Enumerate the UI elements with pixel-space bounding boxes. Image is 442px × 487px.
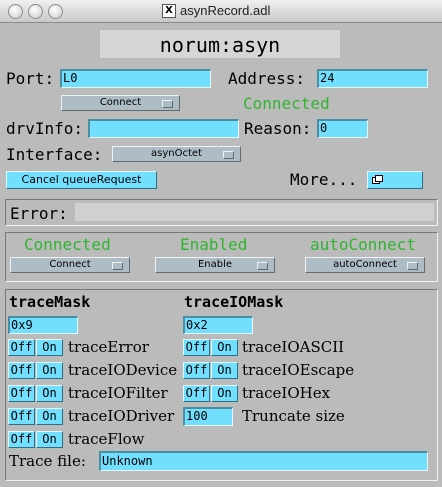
trace-error-off-button[interactable]: Off (8, 339, 35, 356)
trace-error-on-button[interactable]: On (36, 339, 63, 356)
connect-state-menu-value: Connect (49, 259, 91, 270)
trace-io-mask-field[interactable]: 0x2 (183, 316, 253, 334)
enable-menu[interactable]: Enable (155, 257, 275, 273)
trace-io-device-on-button[interactable]: On (36, 362, 63, 379)
trace-io-hex-toggle[interactable]: Off On (183, 385, 239, 402)
more-label: More... (290, 170, 358, 189)
cancel-queue-request-button[interactable]: Cancel queueRequest (6, 171, 157, 189)
trace-io-hex-label: traceIOHex (242, 384, 331, 402)
trace-io-filter-label: traceIOFilter (68, 384, 168, 402)
trace-mask-field[interactable]: 0x9 (8, 316, 78, 334)
menu-indicator-icon (257, 262, 268, 270)
trace-io-filter-toggle[interactable]: Off On (8, 385, 64, 402)
trace-io-escape-on-button[interactable]: On (211, 362, 238, 379)
menu-indicator-icon (223, 151, 234, 159)
address-label: Address: (228, 69, 306, 88)
trace-io-hex-on-button[interactable]: On (211, 385, 238, 402)
trace-io-ascii-off-button[interactable]: Off (183, 339, 210, 356)
drvinfo-label: drvInfo: (6, 119, 84, 138)
x11-icon: X (162, 4, 176, 18)
window-titlebar[interactable]: X asynRecord.adl (0, 0, 442, 23)
trace-io-ascii-toggle[interactable]: Off On (183, 339, 239, 356)
autoconnect-menu-value: autoConnect (333, 259, 397, 270)
interface-label: Interface: (6, 145, 103, 164)
connection-status: Connected (243, 94, 330, 113)
more-button[interactable] (367, 171, 423, 189)
autoconnect-menu[interactable]: autoConnect (305, 257, 425, 273)
trace-error-toggle[interactable]: Off On (8, 339, 64, 356)
window-icon (372, 175, 383, 184)
drvinfo-field[interactable] (88, 119, 239, 138)
trace-io-escape-off-button[interactable]: Off (183, 362, 210, 379)
interface-menu[interactable]: asynOctet (112, 146, 241, 162)
zoom-window-button[interactable] (48, 4, 63, 19)
truncate-size-field[interactable]: 100 (183, 407, 233, 426)
trace-flow-toggle[interactable]: Off On (8, 431, 64, 448)
trace-io-ascii-on-button[interactable]: On (211, 339, 238, 356)
error-field (75, 203, 434, 221)
truncate-size-label: Truncate size (242, 407, 345, 425)
trace-io-hex-off-button[interactable]: Off (183, 385, 210, 402)
connect-menu-value: Connect (99, 97, 142, 108)
port-label: Port: (6, 69, 55, 88)
trace-io-driver-label: traceIODriver (68, 407, 175, 425)
trace-io-device-label: traceIODevice (68, 361, 178, 379)
trace-io-mask-label: traceIOMask (184, 293, 284, 311)
trace-flow-label: traceFlow (68, 430, 145, 448)
trace-io-driver-on-button[interactable]: On (36, 408, 63, 425)
trace-io-driver-off-button[interactable]: Off (8, 408, 35, 425)
connected-status: Connected (24, 235, 111, 254)
reason-field[interactable]: 0 (317, 119, 368, 138)
trace-flow-off-button[interactable]: Off (8, 431, 35, 448)
trace-io-device-off-button[interactable]: Off (8, 362, 35, 379)
menu-indicator-icon (112, 262, 123, 270)
trace-file-field[interactable]: Unknown (99, 451, 428, 471)
connect-state-menu[interactable]: Connect (10, 257, 130, 273)
enable-menu-value: Enable (197, 259, 233, 270)
interface-menu-value: asynOctet (151, 148, 202, 159)
record-name: norum:asyn (100, 30, 340, 58)
menu-indicator-icon (162, 100, 173, 108)
autoconnect-status: autoConnect (310, 235, 416, 254)
enabled-status: Enabled (180, 235, 248, 254)
connect-menu[interactable]: Connect (61, 95, 180, 111)
menu-indicator-icon (407, 262, 418, 270)
trace-io-filter-off-button[interactable]: Off (8, 385, 35, 402)
trace-io-device-toggle[interactable]: Off On (8, 362, 64, 379)
minimize-window-button[interactable] (28, 4, 43, 19)
trace-mask-label: traceMask (9, 293, 91, 311)
trace-flow-on-button[interactable]: On (36, 431, 63, 448)
close-window-button[interactable] (8, 4, 23, 19)
address-field[interactable]: 24 (317, 69, 428, 88)
trace-io-driver-toggle[interactable]: Off On (8, 408, 64, 425)
trace-io-escape-toggle[interactable]: Off On (183, 362, 239, 379)
port-field[interactable]: L0 (60, 69, 211, 88)
reason-label: Reason: (244, 119, 312, 138)
window-title: asynRecord.adl (180, 3, 271, 18)
trace-io-ascii-label: traceIOASCII (242, 338, 345, 356)
trace-io-escape-label: traceIOEscape (242, 361, 355, 379)
error-label: Error: (10, 204, 68, 223)
trace-io-filter-on-button[interactable]: On (36, 385, 63, 402)
trace-error-label: traceError (68, 338, 149, 356)
trace-file-label: Trace file: (9, 452, 86, 470)
